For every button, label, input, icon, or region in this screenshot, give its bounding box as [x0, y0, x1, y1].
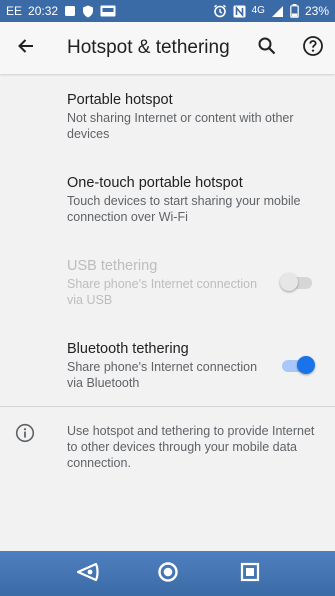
toggle-thumb	[280, 273, 298, 291]
network-type-label: 4G	[251, 5, 265, 16]
battery-icon	[290, 4, 299, 18]
divider	[0, 406, 335, 407]
usb-tethering-toggle	[278, 270, 320, 294]
toggle-thumb	[297, 356, 315, 374]
pref-bluetooth-tethering[interactable]: Bluetooth tethering Share phone's Intern…	[67, 340, 267, 391]
status-bar: EE 20:32 4G 23%	[0, 0, 335, 22]
carrier-label: EE	[6, 4, 23, 18]
nav-home-button[interactable]	[157, 561, 179, 588]
pref-title: One-touch portable hotspot	[67, 175, 243, 191]
info-icon	[15, 423, 35, 443]
bluetooth-tethering-toggle[interactable]	[278, 353, 320, 377]
shield-notification-icon	[82, 4, 94, 18]
back-button[interactable]	[9, 31, 43, 65]
app-bar: Hotspot & tethering	[0, 22, 335, 74]
info-text: Use hotspot and tethering to provide Int…	[67, 424, 315, 470]
nav-recents-icon	[240, 562, 260, 587]
page-title: Hotspot & tethering	[67, 37, 230, 58]
search-button[interactable]	[250, 31, 284, 65]
app-notification-icon	[100, 4, 116, 18]
nfc-icon	[233, 4, 246, 18]
battery-level: 23%	[304, 4, 329, 18]
pref-title: USB tethering	[67, 258, 158, 274]
pref-portable-hotspot[interactable]: Portable hotspot Not sharing Internet or…	[67, 91, 329, 142]
pref-title: Bluetooth tethering	[67, 341, 189, 357]
nav-back-icon	[76, 562, 100, 587]
nav-home-icon	[157, 561, 179, 588]
pref-summary: Touch devices to start sharing your mobi…	[67, 194, 301, 224]
nav-recents-button[interactable]	[239, 562, 261, 587]
signal-icon	[271, 4, 284, 18]
pref-summary: Share phone's Internet connection via US…	[67, 277, 258, 307]
notification-icon	[64, 4, 76, 18]
alarm-icon	[213, 4, 227, 18]
pref-summary: Share phone's Internet connection via Bl…	[67, 360, 258, 390]
arrow-left-icon	[16, 36, 36, 61]
pref-summary: Not sharing Internet or content with oth…	[67, 111, 294, 141]
help-icon	[302, 35, 324, 62]
navigation-bar	[0, 551, 335, 596]
nav-back-button[interactable]	[76, 562, 100, 587]
search-icon	[257, 36, 277, 61]
pref-title: Portable hotspot	[67, 92, 173, 108]
status-time: 20:32	[28, 4, 59, 18]
pref-one-touch-hotspot[interactable]: One-touch portable hotspot Touch devices…	[67, 174, 329, 225]
help-button[interactable]	[296, 31, 330, 65]
pref-usb-tethering: USB tethering Share phone's Internet con…	[67, 257, 267, 308]
